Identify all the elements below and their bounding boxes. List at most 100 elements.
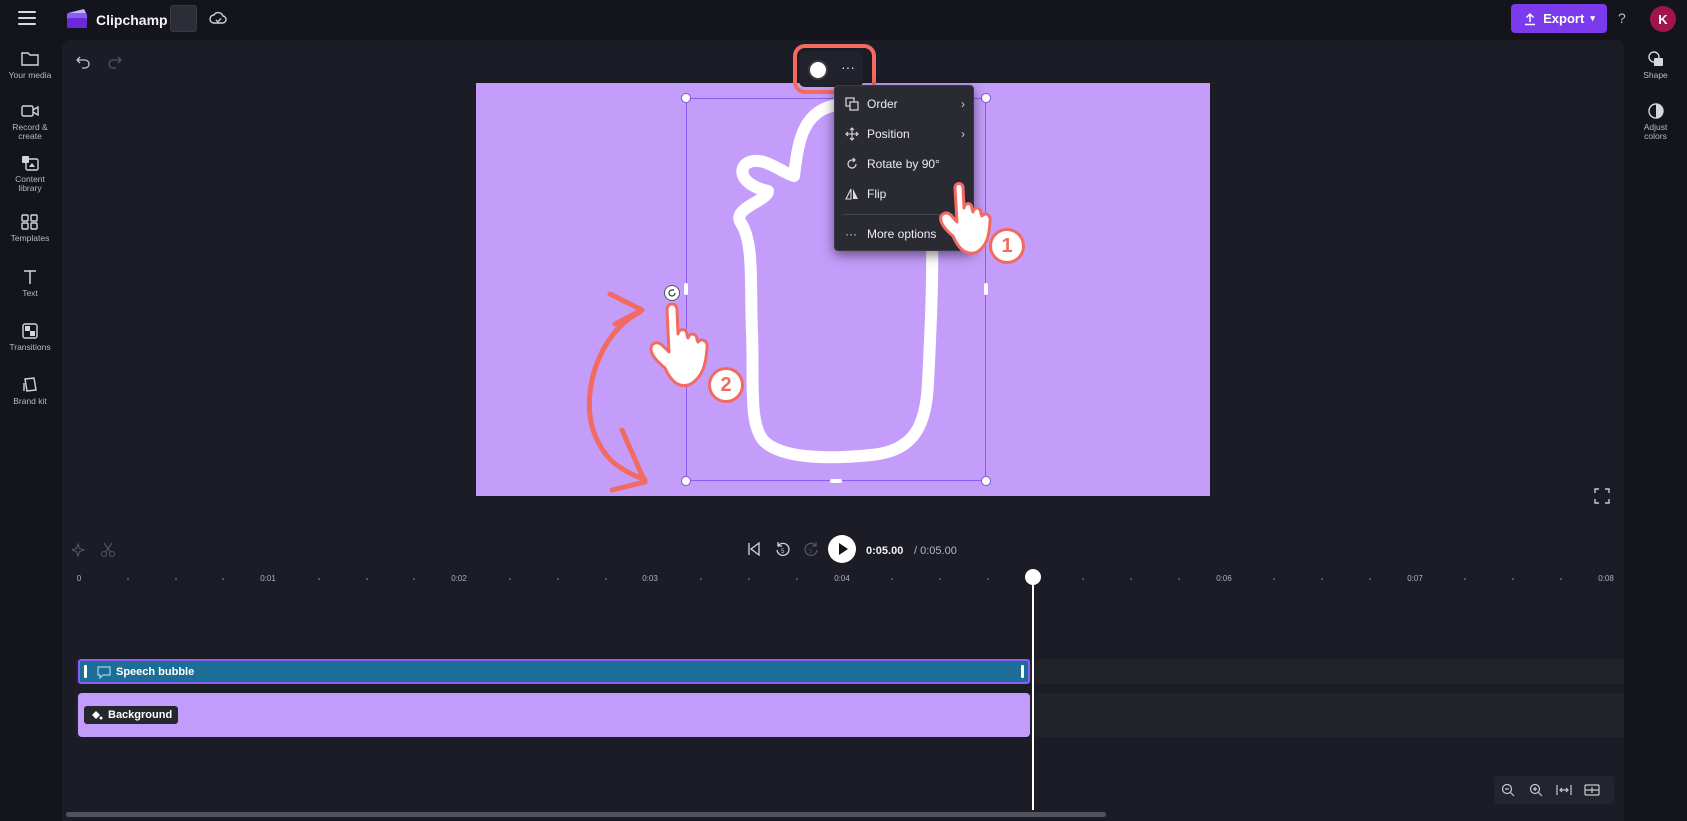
templates-icon [21, 214, 38, 230]
playhead-handle[interactable] [1025, 569, 1041, 585]
resize-handle-bottom-right[interactable] [981, 476, 991, 486]
ruler-label: 0:07 [1407, 574, 1423, 583]
ruler-tick [795, 578, 798, 580]
resize-handle-top-right[interactable] [981, 93, 991, 103]
help-icon[interactable]: ? [1618, 10, 1626, 26]
menu-separator [843, 214, 967, 215]
timeline-zoom-controls [1494, 776, 1614, 804]
sidebar-item-templates[interactable]: Templates [0, 213, 60, 243]
clip-label: Speech bubble [116, 666, 195, 678]
menu-item-flip[interactable]: Flip [835, 180, 975, 208]
forward-5-icon[interactable]: 5 [802, 540, 820, 558]
menu-item-more-options[interactable]: ··· More options [835, 220, 975, 248]
sidebar-item-brand-kit[interactable]: Brand kit [0, 376, 60, 406]
library-icon [22, 156, 39, 171]
shape-color-swatch[interactable] [808, 60, 828, 80]
folder-icon [21, 52, 39, 66]
ruler-tick [1368, 578, 1371, 580]
rotate-icon [668, 289, 676, 297]
upload-icon [1525, 12, 1536, 25]
menu-icon[interactable] [18, 11, 36, 27]
ruler-label: 0:03 [642, 574, 658, 583]
forward-5-label: 5 [809, 549, 813, 555]
menu-item-order[interactable]: Order › [835, 90, 975, 118]
sidebar-item-your-media[interactable]: Your media [0, 50, 60, 80]
sidebar-item-content-library[interactable]: Content library [0, 154, 60, 193]
playhead[interactable] [1032, 580, 1034, 810]
paint-bucket-icon [92, 711, 103, 720]
ai-tools-icon[interactable] [72, 542, 88, 558]
rewind-5-icon[interactable]: 5 [774, 540, 792, 558]
resize-handle-left[interactable] [684, 283, 688, 295]
cloud-sync-icon[interactable] [209, 10, 227, 28]
avatar[interactable]: K [1650, 6, 1676, 32]
expand-tracks-icon[interactable] [1584, 782, 1600, 798]
ruler-tick [986, 578, 989, 580]
app-title: Clipchamp [96, 12, 168, 28]
resize-handle-right[interactable] [984, 283, 988, 295]
transitions-icon [22, 323, 38, 339]
rewind-5-label: 5 [781, 549, 785, 555]
menu-item-rotate[interactable]: Rotate by 90° [835, 150, 975, 178]
play-icon [839, 543, 848, 555]
ruler-label: 0:01 [260, 574, 276, 583]
clip-trim-handle-left[interactable] [84, 665, 87, 678]
split-icon[interactable] [100, 542, 116, 558]
sidebar-item-label: Transitions [9, 342, 51, 352]
ruler-tick [556, 578, 559, 580]
ruler-tick [126, 578, 129, 580]
redo-icon[interactable] [107, 53, 123, 69]
sidebar-item-text[interactable]: Text [0, 268, 60, 298]
top-bar: Clipchamp Export ▾ ? K [0, 0, 1687, 40]
sidebar-item-adjust-colors[interactable]: Adjust colors [1624, 102, 1687, 141]
clipchamp-editor: Clipchamp Export ▾ ? K Your media Record… [0, 0, 1687, 821]
menu-item-label: Flip [867, 187, 887, 201]
brand-kit-icon [23, 377, 37, 392]
sidebar-item-label: Adjust colors [1643, 122, 1668, 141]
zoom-out-icon[interactable] [1500, 782, 1516, 798]
chevron-right-icon: › [961, 127, 965, 141]
ruler-tick [938, 578, 941, 580]
sidebar-item-shape[interactable]: Shape [1624, 50, 1687, 80]
flip-icon [845, 188, 858, 200]
export-button[interactable]: Export ▾ [1511, 4, 1607, 33]
undo-icon[interactable] [75, 53, 91, 69]
more-icon: ··· [845, 227, 857, 241]
export-label: Export [1543, 11, 1585, 26]
ruler-tick [747, 578, 750, 580]
left-sidebar: Your media Record & create Content libra… [0, 40, 60, 821]
clip-trim-handle-right[interactable] [1021, 665, 1024, 678]
timeline-clip-speech-bubble[interactable]: Speech bubble [78, 659, 1030, 684]
resize-handle-top-left[interactable] [681, 93, 691, 103]
play-button[interactable] [828, 535, 856, 563]
menu-item-label: Rotate by 90° [867, 157, 940, 171]
right-sidebar: Shape Adjust colors [1624, 40, 1687, 821]
rotate-handle[interactable] [664, 285, 680, 301]
ruler-tick [1177, 578, 1180, 580]
skip-to-start-icon[interactable] [746, 541, 762, 557]
sidebar-item-label: Text [22, 288, 38, 298]
project-thumbnail[interactable] [170, 5, 197, 32]
zoom-in-icon[interactable] [1528, 782, 1544, 798]
ruler-label: 0:06 [1216, 574, 1232, 583]
text-icon [24, 270, 36, 284]
timeline-horizontal-scrollbar[interactable] [66, 812, 1106, 817]
sidebar-item-label: Brand kit [13, 396, 47, 406]
menu-item-label: Position [867, 127, 910, 141]
fullscreen-icon[interactable] [1594, 488, 1610, 504]
sidebar-item-transitions[interactable]: Transitions [0, 322, 60, 352]
current-time: 0:05.00 [866, 545, 904, 557]
resize-handle-bottom-left[interactable] [681, 476, 691, 486]
ruler-tick [365, 578, 368, 580]
total-time: / 0:05.00 [914, 545, 957, 557]
ruler-label: 0:08 [1598, 574, 1614, 583]
speech-bubble-icon [97, 666, 111, 679]
more-options-icon[interactable]: ··· [838, 60, 858, 80]
timeline-clip-background[interactable]: Background [78, 693, 1030, 737]
resize-handle-bottom[interactable] [830, 479, 842, 483]
menu-item-position[interactable]: Position › [835, 120, 975, 148]
fit-timeline-icon[interactable] [1556, 782, 1572, 798]
ruler-tick [508, 578, 511, 580]
sidebar-item-record-create[interactable]: Record & create [0, 102, 60, 141]
shape-icon [1647, 51, 1663, 66]
